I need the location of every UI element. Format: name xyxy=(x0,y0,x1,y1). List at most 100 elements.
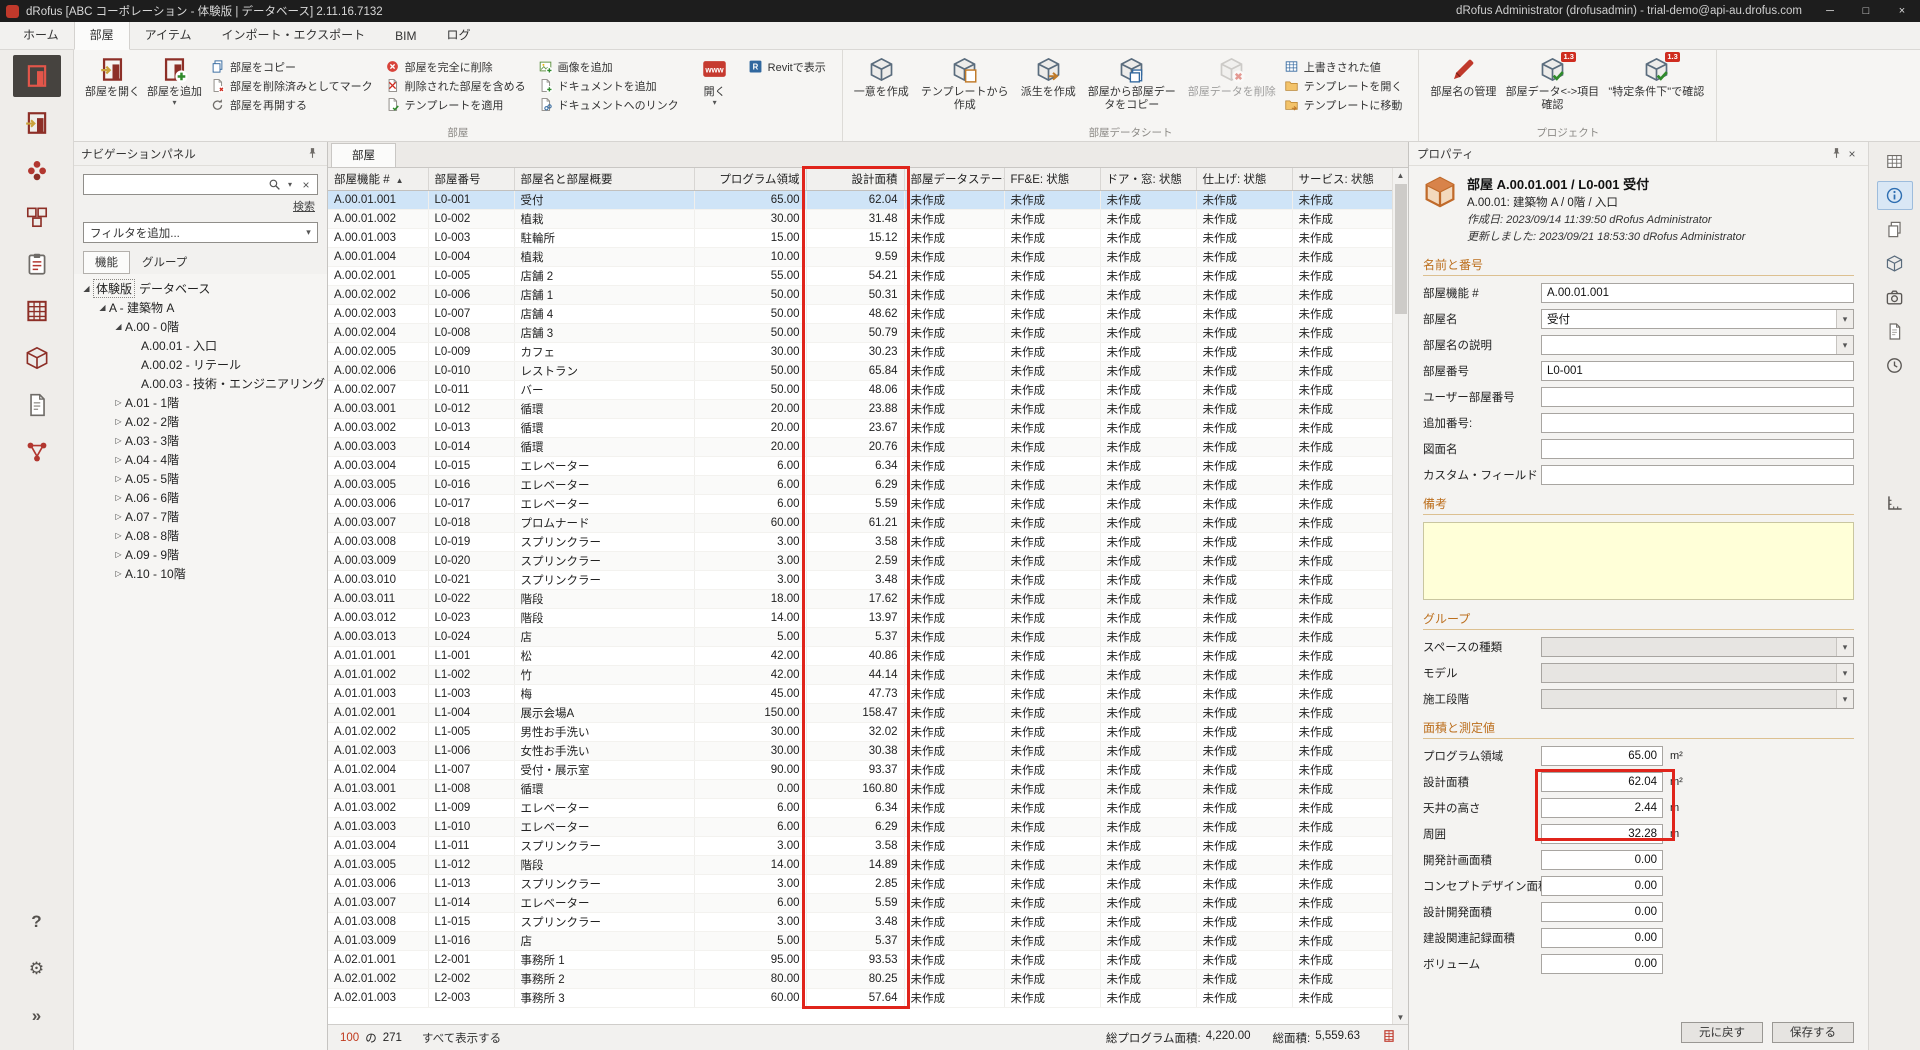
sidebar-item-groups-icon[interactable] xyxy=(13,196,61,238)
history-clock-icon[interactable] xyxy=(1877,351,1913,380)
ribbon-button[interactable]: RRevitで表示 xyxy=(748,57,826,76)
tree-expander-icon[interactable]: ▷ xyxy=(112,474,125,483)
column-header[interactable]: 仕上げ: 状態 xyxy=(1196,168,1292,190)
scroll-up-icon[interactable]: ▲ xyxy=(1397,168,1405,182)
property-value[interactable]: 65.00 xyxy=(1541,746,1663,766)
tree-expander-icon[interactable]: ◢ xyxy=(112,322,125,331)
clear-search-icon[interactable]: × xyxy=(298,177,314,193)
minimize-button[interactable]: ─ xyxy=(1812,0,1848,22)
tree-expander-icon[interactable]: ▷ xyxy=(112,417,125,426)
ribbon-button[interactable]: 派生を作成 xyxy=(1018,52,1079,99)
tree-item[interactable]: ◢A.00 - 0階 xyxy=(74,317,327,336)
menu-tab-ホーム[interactable]: ホーム xyxy=(8,21,74,49)
tree-item[interactable]: A.00.03 - 技術・エンジニアリング xyxy=(74,374,327,393)
column-header[interactable]: サービス: 状態 xyxy=(1292,168,1392,190)
table-row[interactable]: A.00.03.009L0-020スプリンクラー3.002.59未作成未作成未作… xyxy=(328,551,1392,570)
ribbon-button[interactable]: ドキュメントを追加 xyxy=(538,76,679,95)
scrollbar-thumb[interactable] xyxy=(1395,184,1407,314)
ribbon-button[interactable]: 部屋名の管理 xyxy=(1427,52,1499,99)
ribbon-button[interactable]: 一意を作成 xyxy=(851,52,912,99)
property-value[interactable]: 0.00 xyxy=(1541,928,1663,948)
ribbon-button[interactable]: テンプレートを適用 xyxy=(385,95,526,114)
property-value[interactable] xyxy=(1541,387,1854,407)
property-value[interactable]: L0-001 xyxy=(1541,361,1854,381)
column-header[interactable]: 設計面積 xyxy=(806,168,904,190)
table-row[interactable]: A.00.03.011L0-022階段18.0017.62未作成未作成未作成未作… xyxy=(328,589,1392,608)
tree-expander-icon[interactable]: ▷ xyxy=(112,493,125,502)
ribbon-button[interactable]: 部屋から部屋データをコピー xyxy=(1080,52,1184,111)
tree-item[interactable]: ▷A.06 - 6階 xyxy=(74,488,327,507)
table-row[interactable]: A.01.03.005L1-012階段14.0014.89未作成未作成未作成未作… xyxy=(328,855,1392,874)
measure-icon[interactable] xyxy=(1877,489,1913,518)
column-header[interactable]: プログラム領域 xyxy=(694,168,806,190)
table-row[interactable]: A.00.01.002L0-002植栽30.0031.48未作成未作成未作成未作… xyxy=(328,209,1392,228)
property-value[interactable]: 0.00 xyxy=(1541,902,1663,922)
table-row[interactable]: A.01.03.008L1-015スプリンクラー3.003.48未作成未作成未作… xyxy=(328,912,1392,931)
table-row[interactable]: A.00.03.002L0-013循環20.0023.67未作成未作成未作成未作… xyxy=(328,418,1392,437)
settings-gear-icon[interactable]: ⚙ xyxy=(13,948,61,990)
sidebar-building-icon[interactable] xyxy=(13,290,61,332)
table-row[interactable]: A.01.02.001L1-004展示会場A150.00158.47未作成未作成… xyxy=(328,703,1392,722)
table-row[interactable]: A.01.01.002L1-002竹42.0044.14未作成未作成未作成未作成… xyxy=(328,665,1392,684)
table-row[interactable]: A.00.01.003L0-003駐輪所15.0015.12未作成未作成未作成未… xyxy=(328,228,1392,247)
search-options-chevron-icon[interactable]: ▾ xyxy=(282,177,298,193)
notes-field[interactable] xyxy=(1423,522,1854,600)
pin-icon[interactable] xyxy=(304,146,320,162)
tree-expander-icon[interactable]: ◢ xyxy=(80,284,93,293)
camera-icon[interactable] xyxy=(1877,283,1913,312)
column-header[interactable]: FF&E: 状態 xyxy=(1004,168,1100,190)
column-header[interactable]: 部屋番号 xyxy=(428,168,514,190)
nav-tab-グループ[interactable]: グループ xyxy=(130,251,199,274)
sidebar-checklist-icon[interactable] xyxy=(13,243,61,285)
info-icon[interactable] xyxy=(1877,181,1913,210)
undo-button[interactable]: 元に戻す xyxy=(1681,1022,1763,1043)
ribbon-button[interactable]: ドキュメントへのリンク xyxy=(538,95,679,114)
property-value[interactable] xyxy=(1541,465,1854,485)
sidebar-rooms-icon[interactable] xyxy=(13,55,61,97)
table-row[interactable]: A.01.01.001L1-001松42.0040.86未作成未作成未作成未作成… xyxy=(328,646,1392,665)
sidebar-items-icon[interactable] xyxy=(13,149,61,191)
tree-item[interactable]: A.00.02 - リテール xyxy=(74,355,327,374)
property-value[interactable]: 2.44 xyxy=(1541,798,1663,818)
datasheet-list-icon[interactable] xyxy=(1877,147,1913,176)
table-row[interactable]: A.00.03.006L0-017エレベーター6.005.59未作成未作成未作成… xyxy=(328,494,1392,513)
tree-item[interactable]: ◢体験版データベース xyxy=(74,279,327,298)
tree-item[interactable]: ▷A.07 - 7階 xyxy=(74,507,327,526)
vertical-scrollbar[interactable]: ▲ ▼ xyxy=(1392,168,1408,1024)
table-row[interactable]: A.01.02.002L1-005男性お手洗い30.0032.02未作成未作成未… xyxy=(328,722,1392,741)
property-combo[interactable]: ▾ xyxy=(1541,663,1854,683)
tree-item[interactable]: ▷A.05 - 5階 xyxy=(74,469,327,488)
property-value[interactable] xyxy=(1541,413,1854,433)
tree-expander-icon[interactable]: ▷ xyxy=(112,398,125,407)
tree-item[interactable]: ▷A.08 - 8階 xyxy=(74,526,327,545)
table-row[interactable]: A.00.02.003L0-007店舗 450.0048.62未作成未作成未作成… xyxy=(328,304,1392,323)
table-row[interactable]: A.00.01.004L0-004植栽10.009.59未作成未作成未作成未作成… xyxy=(328,247,1392,266)
table-row[interactable]: A.00.02.004L0-008店舗 350.0050.79未作成未作成未作成… xyxy=(328,323,1392,342)
tree-expander-icon[interactable]: ▷ xyxy=(112,512,125,521)
tree-expander-icon[interactable]: ▷ xyxy=(112,436,125,445)
documents-panel-icon[interactable] xyxy=(1877,317,1913,346)
tree-item[interactable]: ▷A.03 - 3階 xyxy=(74,431,327,450)
ribbon-button[interactable]: 部屋を削除済みとしてマーク xyxy=(210,76,373,95)
ribbon-button[interactable]: www開く▾ xyxy=(687,52,743,106)
copy-pages-icon[interactable] xyxy=(1877,215,1913,244)
table-row[interactable]: A.00.03.013L0-024店5.005.37未作成未作成未作成未作成未作… xyxy=(328,627,1392,646)
close-button[interactable]: × xyxy=(1884,0,1920,22)
bim-cube-icon[interactable] xyxy=(1877,249,1913,278)
table-row[interactable]: A.00.02.007L0-011バー50.0048.06未作成未作成未作成未作… xyxy=(328,380,1392,399)
column-header[interactable]: 部屋データステータス xyxy=(904,168,1004,190)
table-row[interactable]: A.00.03.007L0-018プロムナード60.0061.21未作成未作成未… xyxy=(328,513,1392,532)
table-row[interactable]: A.00.01.001L0-001受付65.0062.04未作成未作成未作成未作… xyxy=(328,190,1392,209)
expand-sidebar-icon[interactable]: » xyxy=(13,995,61,1037)
sidebar-relations-icon[interactable] xyxy=(13,431,61,473)
ribbon-button[interactable]: 部屋データを削除 xyxy=(1185,52,1279,99)
ribbon-button[interactable]: テンプレートから作成 xyxy=(913,52,1017,111)
ribbon-button[interactable]: 部屋を開く xyxy=(82,52,143,99)
table-row[interactable]: A.02.01.002L2-002事務所 280.0080.25未作成未作成未作… xyxy=(328,969,1392,988)
ribbon-button[interactable]: 部屋をコピー xyxy=(210,57,373,76)
table-row[interactable]: A.01.03.009L1-016店5.005.37未作成未作成未作成未作成未作… xyxy=(328,931,1392,950)
property-combo[interactable]: ▾ xyxy=(1541,637,1854,657)
ribbon-button[interactable]: 部屋を追加▾ xyxy=(144,52,205,106)
table-row[interactable]: A.01.02.004L1-007受付・展示室90.0093.37未作成未作成未… xyxy=(328,760,1392,779)
nav-tab-機能[interactable]: 機能 xyxy=(83,251,130,274)
